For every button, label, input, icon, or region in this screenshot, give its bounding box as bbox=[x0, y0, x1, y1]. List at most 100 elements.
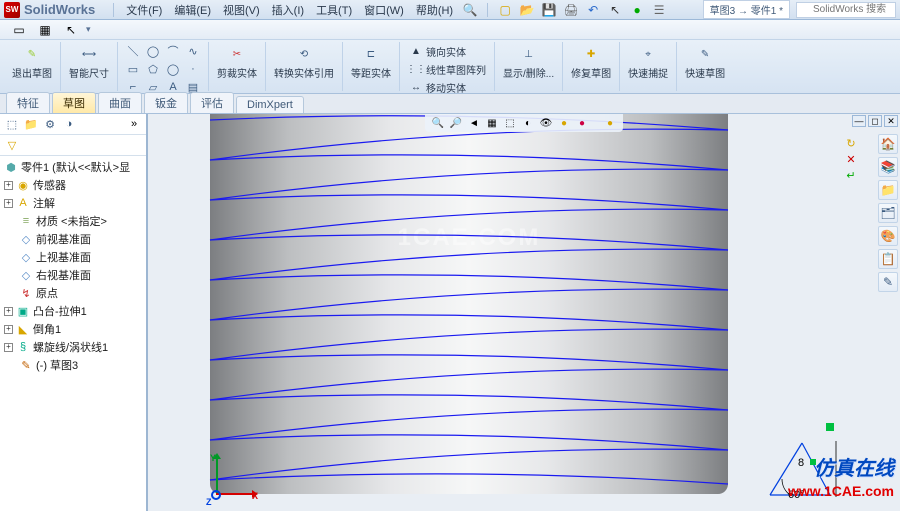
axis-x-icon bbox=[216, 493, 252, 495]
rebuild-icon[interactable]: ● bbox=[629, 2, 645, 18]
tab-dimxpert[interactable]: DimXpert bbox=[236, 96, 304, 113]
undo-icon[interactable]: ↶ bbox=[585, 2, 601, 18]
zoom-fit-icon[interactable]: 🔍 bbox=[431, 116, 445, 130]
ok-icon[interactable]: ↵ bbox=[842, 168, 860, 182]
search-input[interactable] bbox=[796, 2, 896, 18]
graphics-viewport[interactable]: 🔍 🔎 ◄ ▦ ⬚ ◐ 👁 ● ● ● — ◻ ✕ ↻ ✕ ↵ 1CAE.COM bbox=[148, 114, 900, 511]
tab-features[interactable]: 特征 bbox=[6, 92, 50, 113]
minimize-icon[interactable]: — bbox=[852, 115, 866, 127]
tree-root-label: 零件1 (默认<<默认>显 bbox=[21, 159, 130, 175]
prev-view-icon[interactable]: ◄ bbox=[467, 116, 481, 130]
menu-view[interactable]: 视图(V) bbox=[217, 0, 266, 20]
quick-snap-button[interactable]: ⌖ 快速捕捉 bbox=[624, 42, 672, 82]
custom-props-tab-icon[interactable]: 📋 bbox=[878, 249, 898, 269]
box-tool-icon[interactable]: ▦ bbox=[37, 22, 53, 38]
expand-toggle[interactable]: + bbox=[4, 181, 13, 190]
save-icon[interactable]: 💾 bbox=[541, 2, 557, 18]
menu-help[interactable]: 帮助(H) bbox=[410, 0, 459, 20]
render-icon[interactable]: ● bbox=[603, 116, 617, 130]
tab-evaluate[interactable]: 评估 bbox=[190, 92, 234, 113]
orientation-triad[interactable]: X Y Z bbox=[208, 455, 258, 505]
tab-sheetmetal[interactable]: 钣金 bbox=[144, 92, 188, 113]
search-icon[interactable]: 🔍 bbox=[462, 2, 478, 18]
line-tool-icon[interactable]: ▭ bbox=[11, 22, 27, 38]
resources-tab-icon[interactable]: 🏠 bbox=[878, 134, 898, 154]
expand-toggle[interactable]: + bbox=[4, 199, 13, 208]
main-area: ⬚ 📁 ⚙ ◑ » ▽ ⬢ 零件1 (默认<<默认>显 +◉传感器 +A注解 ≡… bbox=[0, 114, 900, 511]
hide-show-icon[interactable]: 👁 bbox=[539, 116, 553, 130]
new-icon[interactable]: ▢ bbox=[497, 2, 513, 18]
maximize-icon[interactable]: ◻ bbox=[868, 115, 882, 127]
pattern-icon: ⋮⋮ bbox=[408, 61, 424, 77]
prop-tab-icon[interactable]: ⚙ bbox=[43, 117, 57, 131]
polygon-icon[interactable]: ⬠ bbox=[146, 62, 160, 76]
appearance-icon[interactable]: ● bbox=[575, 116, 589, 130]
display-delete-button[interactable]: ⊥ 显示/删除... bbox=[499, 42, 558, 82]
menu-insert[interactable]: 插入(I) bbox=[266, 0, 310, 20]
menu-window[interactable]: 窗口(W) bbox=[358, 0, 410, 20]
task-pane-tabs: 🏠 📚 📁 🗂 🎨 📋 ✎ bbox=[878, 134, 898, 292]
convert-button[interactable]: ⟲ 转换实体引用 bbox=[270, 42, 338, 82]
helix-curve bbox=[208, 114, 730, 488]
display-tab-icon[interactable]: ◑ bbox=[62, 117, 76, 131]
appearances-tab-icon[interactable]: 🎨 bbox=[878, 226, 898, 246]
offset-button[interactable]: ⊏ 等距实体 bbox=[347, 42, 395, 82]
filter-icon[interactable]: ▽ bbox=[5, 138, 19, 152]
heads-up-toolbar: 🔍 🔎 ◄ ▦ ⬚ ◐ 👁 ● ● ● bbox=[425, 114, 623, 132]
convert-icon: ⟲ bbox=[294, 44, 314, 64]
feature-tree[interactable]: ⬢ 零件1 (默认<<默认>显 +◉传感器 +A注解 ≡材质 <未指定> ◇前视… bbox=[0, 156, 146, 376]
tree-tab-icon[interactable]: 📁 bbox=[24, 117, 38, 131]
trim-button[interactable]: ✂ 剪裁实体 bbox=[213, 42, 261, 82]
mirror-button[interactable]: ▲镜向实体 bbox=[404, 42, 490, 60]
print-icon[interactable]: 🖨 bbox=[563, 2, 579, 18]
viewport-window-controls: — ◻ ✕ bbox=[852, 115, 898, 127]
expand-toggle[interactable]: + bbox=[4, 343, 13, 352]
section-view-icon[interactable]: ▦ bbox=[485, 116, 499, 130]
menu-file[interactable]: 文件(F) bbox=[120, 0, 168, 20]
options-icon[interactable]: ☰ bbox=[651, 2, 667, 18]
move-button[interactable]: ↔移动实体 bbox=[404, 78, 490, 96]
pattern-button[interactable]: ⋮⋮线性草图阵列 bbox=[404, 60, 490, 78]
view-palette-tab-icon[interactable]: 🗂 bbox=[878, 203, 898, 223]
design-lib-tab-icon[interactable]: 📚 bbox=[878, 157, 898, 177]
open-icon[interactable]: 📂 bbox=[519, 2, 535, 18]
exit-sketch-icon: ✎ bbox=[22, 44, 42, 64]
smart-dimension-button[interactable]: ⟷ 智能尺寸 bbox=[65, 42, 113, 82]
file-explorer-tab-icon[interactable]: 📁 bbox=[878, 180, 898, 200]
tree-root[interactable]: ⬢ 零件1 (默认<<默认>显 bbox=[2, 158, 144, 176]
tab-surfaces[interactable]: 曲面 bbox=[98, 92, 142, 113]
menu-edit[interactable]: 编辑(E) bbox=[168, 0, 217, 20]
circle-icon[interactable]: ◯ bbox=[146, 44, 160, 58]
close-icon[interactable]: ✕ bbox=[884, 115, 898, 127]
expand-icon[interactable]: » bbox=[127, 117, 141, 131]
pointer-icon[interactable]: ↖ bbox=[63, 22, 79, 38]
repair-button[interactable]: ✚ 修复草图 bbox=[567, 42, 615, 82]
expand-toggle[interactable]: + bbox=[4, 307, 13, 316]
zoom-area-icon[interactable]: 🔎 bbox=[449, 116, 463, 130]
config-tab-icon[interactable]: ⬚ bbox=[5, 117, 19, 131]
ribbon: ✎ 退出草图 ⟷ 智能尺寸 ＼ ◯ ⌒ ∿ ▭ ⬠ ◯ · ⌐ ▱ bbox=[0, 40, 900, 94]
tree-item-label: 前视基准面 bbox=[36, 231, 91, 247]
menu-tools[interactable]: 工具(T) bbox=[310, 0, 358, 20]
scene-icon[interactable]: ● bbox=[557, 116, 571, 130]
dimension-8[interactable]: 8 bbox=[798, 457, 804, 469]
cancel-icon[interactable]: ✕ bbox=[842, 152, 860, 166]
rapid-sketch-button[interactable]: ✎ 快速草图 bbox=[681, 42, 729, 82]
rect-icon[interactable]: ▭ bbox=[126, 62, 140, 76]
expand-toggle[interactable]: + bbox=[4, 325, 13, 334]
line-icon[interactable]: ＼ bbox=[126, 44, 140, 58]
exit-sketch-button[interactable]: ✎ 退出草图 bbox=[8, 42, 56, 82]
spline-icon[interactable]: ∿ bbox=[186, 44, 200, 58]
point-icon[interactable]: · bbox=[186, 62, 200, 76]
document-recovery-tab-icon[interactable]: ✎ bbox=[878, 272, 898, 292]
axis-y-label: Y bbox=[210, 453, 216, 463]
tab-sketch[interactable]: 草图 bbox=[52, 92, 96, 113]
display-style-icon[interactable]: ◐ bbox=[521, 116, 535, 130]
view-orient-icon[interactable]: ⬚ bbox=[503, 116, 517, 130]
branding-cn: 仿真在线 bbox=[814, 452, 894, 481]
rotate-icon[interactable]: ↻ bbox=[842, 136, 860, 150]
ellipse-icon[interactable]: ◯ bbox=[166, 62, 180, 76]
arc-icon[interactable]: ⌒ bbox=[166, 44, 180, 58]
offset-icon: ⊏ bbox=[361, 44, 381, 64]
select-icon[interactable]: ↖ bbox=[607, 2, 623, 18]
